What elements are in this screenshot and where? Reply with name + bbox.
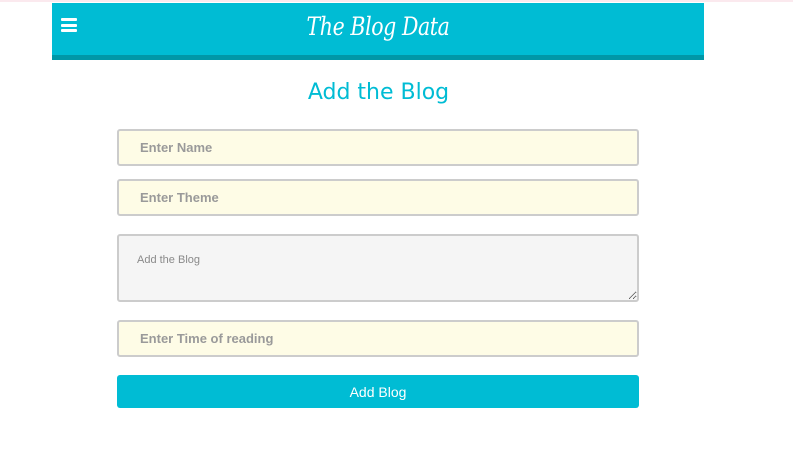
page-title: Add the Blog — [307, 80, 450, 105]
menu-bar-line — [61, 29, 77, 32]
top-divider — [0, 0, 793, 2]
menu-bar-line — [61, 18, 77, 21]
reading-time-input[interactable] — [117, 320, 639, 357]
hamburger-menu-icon[interactable] — [61, 18, 77, 32]
blog-textarea[interactable] — [117, 234, 639, 302]
navbar: The Blog Data — [52, 3, 704, 60]
theme-input[interactable] — [117, 179, 639, 216]
brand-title[interactable]: The Blog Data — [111, 12, 646, 41]
menu-bar-line — [61, 23, 77, 27]
name-input[interactable] — [117, 129, 639, 166]
add-blog-button[interactable]: Add Blog — [117, 375, 639, 408]
